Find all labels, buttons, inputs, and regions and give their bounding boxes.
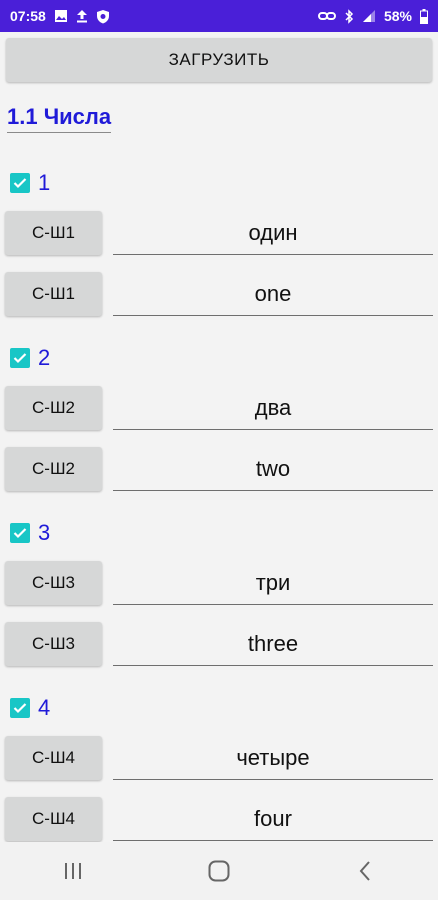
recent-apps-button[interactable]: [43, 851, 103, 891]
word-field[interactable]: four: [113, 797, 433, 841]
word-field[interactable]: three: [113, 622, 433, 666]
check-icon: [13, 178, 27, 189]
group-number: 3: [38, 520, 51, 545]
group-checkbox[interactable]: [10, 523, 30, 543]
speak-button[interactable]: С-Ш3: [5, 561, 102, 605]
speak-button[interactable]: С-Ш2: [5, 386, 102, 430]
battery-percent: 58%: [383, 8, 412, 24]
word-field[interactable]: one: [113, 272, 433, 316]
word-row: С-Ш1 один: [0, 211, 438, 259]
check-icon: [13, 703, 27, 714]
group-number: 1: [38, 170, 51, 195]
status-time: 07:58: [10, 8, 46, 24]
status-bar: 07:58 58%: [0, 0, 438, 32]
word-row: С-Ш2 two: [0, 447, 438, 495]
speak-button[interactable]: С-Ш2: [5, 447, 102, 491]
speak-button[interactable]: С-Ш1: [5, 272, 102, 316]
recent-apps-icon: [65, 863, 81, 879]
speak-button[interactable]: С-Ш4: [5, 736, 102, 780]
group-checkbox[interactable]: [10, 698, 30, 718]
check-icon: [13, 353, 27, 364]
group-checkbox[interactable]: [10, 348, 30, 368]
group-header: 3: [10, 520, 50, 546]
speak-button[interactable]: С-Ш4: [5, 797, 102, 841]
bluetooth-icon: [344, 8, 354, 24]
word-row: С-Ш4 четыре: [0, 736, 438, 784]
back-icon: [359, 861, 370, 881]
word-field[interactable]: two: [113, 447, 433, 491]
group-header: 4: [10, 695, 50, 721]
home-icon: [208, 860, 230, 882]
group-header: 2: [10, 345, 50, 371]
word-field[interactable]: четыре: [113, 736, 433, 780]
word-row: С-Ш4 four: [0, 797, 438, 845]
upload-icon: [76, 9, 88, 23]
shield-icon: [96, 9, 110, 24]
load-button[interactable]: ЗАГРУЗИТЬ: [6, 38, 432, 82]
group-number: 2: [38, 345, 51, 370]
word-field[interactable]: один: [113, 211, 433, 255]
signal-icon: [362, 9, 376, 23]
group-checkbox[interactable]: [10, 173, 30, 193]
home-button[interactable]: [189, 851, 249, 891]
status-bar-left: 07:58: [10, 8, 110, 24]
speak-button[interactable]: С-Ш3: [5, 622, 102, 666]
word-field[interactable]: два: [113, 386, 433, 430]
status-bar-right: 58%: [317, 8, 428, 24]
word-row: С-Ш3 три: [0, 561, 438, 609]
group-header: 1: [10, 170, 50, 196]
nav-bar: [0, 842, 438, 900]
speak-button[interactable]: С-Ш1: [5, 211, 102, 255]
back-button[interactable]: [335, 851, 395, 891]
word-row: С-Ш1 one: [0, 272, 438, 320]
word-row: С-Ш2 два: [0, 386, 438, 434]
check-icon: [13, 528, 27, 539]
group-number: 4: [38, 695, 51, 720]
word-field[interactable]: три: [113, 561, 433, 605]
link-icon: [317, 11, 336, 21]
section-title: 1.1 Числа: [7, 104, 112, 133]
battery-icon: [420, 8, 428, 24]
word-row: С-Ш3 three: [0, 622, 438, 670]
image-icon: [54, 9, 68, 23]
